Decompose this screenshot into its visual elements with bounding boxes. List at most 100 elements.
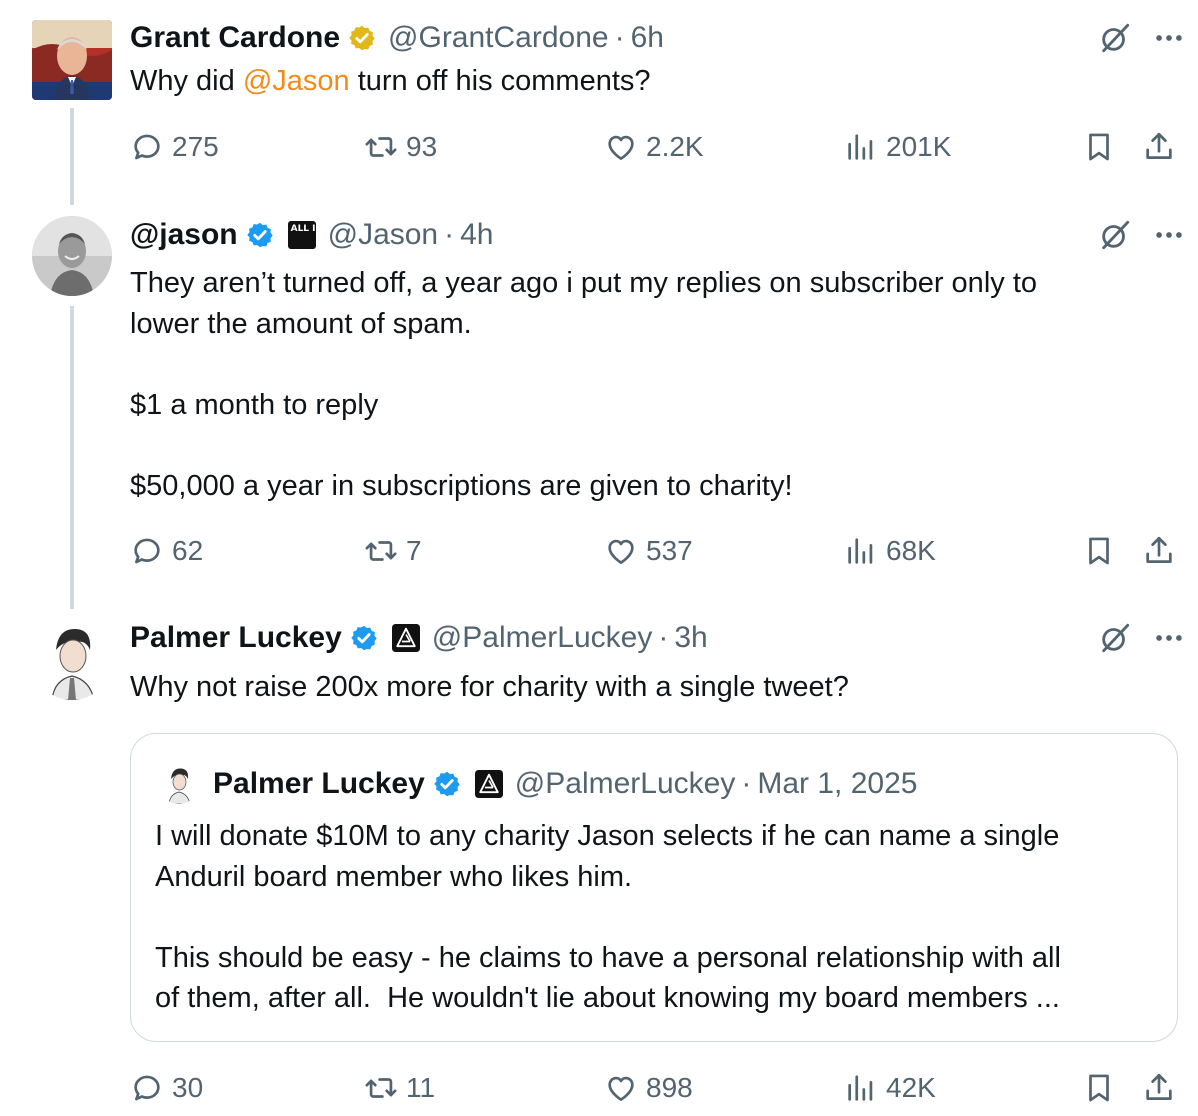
bookmark-button[interactable] bbox=[1082, 1068, 1116, 1108]
share-button[interactable] bbox=[1142, 531, 1176, 571]
more-icon[interactable] bbox=[1152, 218, 1186, 252]
display-name[interactable]: Grant Cardone bbox=[130, 21, 340, 55]
reply-icon bbox=[130, 534, 164, 568]
avatar[interactable] bbox=[32, 20, 112, 100]
like-icon bbox=[604, 1071, 638, 1105]
timestamp[interactable]: 4h bbox=[460, 218, 493, 252]
reply-count: 275 bbox=[172, 131, 219, 162]
tweet-text: They aren’t turned off, a year ago i put… bbox=[130, 267, 1038, 502]
reply-button[interactable]: 62 bbox=[130, 531, 203, 571]
separator-dot: · bbox=[444, 218, 455, 251]
bookmark-button[interactable] bbox=[1082, 127, 1116, 167]
reply-count: 62 bbox=[172, 535, 204, 566]
affiliate-badge-icon[interactable]: ALL IN bbox=[287, 221, 323, 249]
share-icon bbox=[1142, 534, 1176, 568]
bookmark-icon bbox=[1082, 1071, 1116, 1105]
like-count: 2.2K bbox=[646, 131, 704, 162]
tweet-text: Why not raise 200x more for charity with… bbox=[130, 671, 849, 703]
views-icon bbox=[844, 130, 878, 164]
separator-dot: · bbox=[658, 621, 669, 654]
action-bar: 62 7 537 68K bbox=[130, 531, 1180, 571]
grok-icon[interactable] bbox=[1098, 218, 1132, 252]
retweet-count: 93 bbox=[406, 131, 438, 162]
action-bar: 30 11 898 42K bbox=[130, 1068, 1180, 1108]
reply-button[interactable]: 30 bbox=[130, 1068, 203, 1108]
quoted-tweet[interactable]: Palmer Luckey @PalmerLuckey · Mar 1, 202… bbox=[130, 733, 1178, 1042]
like-button[interactable]: 898 bbox=[604, 1068, 693, 1108]
bookmark-button[interactable] bbox=[1082, 531, 1116, 571]
tweet-header: @jason ALL IN @Jason · 4h bbox=[130, 215, 1198, 255]
share-button[interactable] bbox=[1142, 1068, 1176, 1108]
retweet-count: 11 bbox=[406, 1072, 436, 1103]
separator-dot: · bbox=[614, 21, 625, 54]
handle[interactable]: @Jason bbox=[328, 218, 439, 252]
handle[interactable]: @PalmerLuckey bbox=[432, 621, 653, 655]
quoted-handle[interactable]: @PalmerLuckey bbox=[515, 767, 736, 801]
display-name[interactable]: @jason bbox=[130, 218, 238, 252]
retweet-button[interactable]: 7 bbox=[364, 531, 422, 571]
tweet-text: Why did @Jason turn off his comments? bbox=[130, 61, 1138, 102]
text-prefix: Why did bbox=[130, 65, 243, 97]
like-count: 537 bbox=[646, 535, 693, 566]
reply-button[interactable]: 275 bbox=[130, 127, 219, 167]
retweet-count: 7 bbox=[406, 535, 422, 566]
retweet-icon bbox=[364, 1071, 398, 1105]
like-button[interactable]: 2.2K bbox=[604, 127, 704, 167]
anduril-affiliate-icon[interactable] bbox=[475, 770, 503, 798]
tweet-grant-cardone[interactable]: Grant Cardone @GrantCardone · 6h Why did… bbox=[0, 0, 1198, 205]
blue-verified-badge-icon[interactable] bbox=[433, 770, 461, 798]
action-bar: 275 93 2.2K 201K bbox=[130, 127, 1180, 167]
anduril-affiliate-icon[interactable] bbox=[392, 624, 420, 652]
thread-connector bbox=[70, 108, 74, 205]
view-count: 68K bbox=[886, 535, 936, 566]
timestamp[interactable]: 6h bbox=[631, 21, 664, 55]
quoted-tweet-text: I will donate $10M to any charity Jason … bbox=[155, 820, 1061, 1014]
avatar[interactable] bbox=[32, 216, 112, 296]
views-icon bbox=[844, 1071, 878, 1105]
handle[interactable]: @GrantCardone bbox=[388, 21, 609, 55]
retweet-button[interactable]: 11 bbox=[364, 1068, 435, 1108]
display-name[interactable]: Palmer Luckey bbox=[130, 621, 342, 655]
gold-verified-badge-icon[interactable] bbox=[348, 24, 376, 52]
separator-dot: · bbox=[741, 767, 752, 800]
like-icon bbox=[604, 534, 638, 568]
share-icon bbox=[1142, 1071, 1176, 1105]
quoted-display-name[interactable]: Palmer Luckey bbox=[213, 767, 425, 801]
tweet-jason[interactable]: @jason ALL IN @Jason · 4h They aren’t tu… bbox=[0, 205, 1198, 609]
view-count: 42K bbox=[886, 1072, 936, 1103]
timestamp[interactable]: 3h bbox=[674, 621, 707, 655]
tweet-header: Palmer Luckey @PalmerLuckey · 3h bbox=[130, 618, 1198, 658]
grok-icon[interactable] bbox=[1098, 621, 1132, 655]
reply-icon bbox=[130, 130, 164, 164]
bookmark-icon bbox=[1082, 534, 1116, 568]
blue-verified-badge-icon[interactable] bbox=[350, 624, 378, 652]
views-button[interactable]: 68K bbox=[844, 531, 936, 571]
quoted-tweet-header: Palmer Luckey @PalmerLuckey · Mar 1, 202… bbox=[159, 764, 917, 804]
share-icon bbox=[1142, 130, 1176, 164]
views-button[interactable]: 42K bbox=[844, 1068, 936, 1108]
like-icon bbox=[604, 130, 638, 164]
text-suffix: turn off his comments? bbox=[349, 65, 651, 97]
avatar[interactable] bbox=[32, 620, 112, 700]
quoted-avatar[interactable] bbox=[159, 764, 199, 804]
like-count: 898 bbox=[646, 1072, 693, 1103]
thread-connector bbox=[70, 306, 74, 609]
reply-count: 30 bbox=[172, 1072, 204, 1103]
blue-verified-badge-icon[interactable] bbox=[246, 221, 274, 249]
more-icon[interactable] bbox=[1152, 21, 1186, 55]
reply-icon bbox=[130, 1071, 164, 1105]
view-count: 201K bbox=[886, 131, 952, 162]
more-icon[interactable] bbox=[1152, 621, 1186, 655]
tweet-header: Grant Cardone @GrantCardone · 6h bbox=[130, 18, 1198, 58]
share-button[interactable] bbox=[1142, 127, 1176, 167]
bookmark-icon bbox=[1082, 130, 1116, 164]
grok-icon[interactable] bbox=[1098, 21, 1132, 55]
like-button[interactable]: 537 bbox=[604, 531, 693, 571]
quoted-timestamp[interactable]: Mar 1, 2025 bbox=[757, 767, 917, 801]
retweet-button[interactable]: 93 bbox=[364, 127, 437, 167]
views-button[interactable]: 201K bbox=[844, 127, 951, 167]
views-icon bbox=[844, 534, 878, 568]
retweet-icon bbox=[364, 534, 398, 568]
mention-link[interactable]: @Jason bbox=[243, 65, 350, 97]
retweet-icon bbox=[364, 130, 398, 164]
